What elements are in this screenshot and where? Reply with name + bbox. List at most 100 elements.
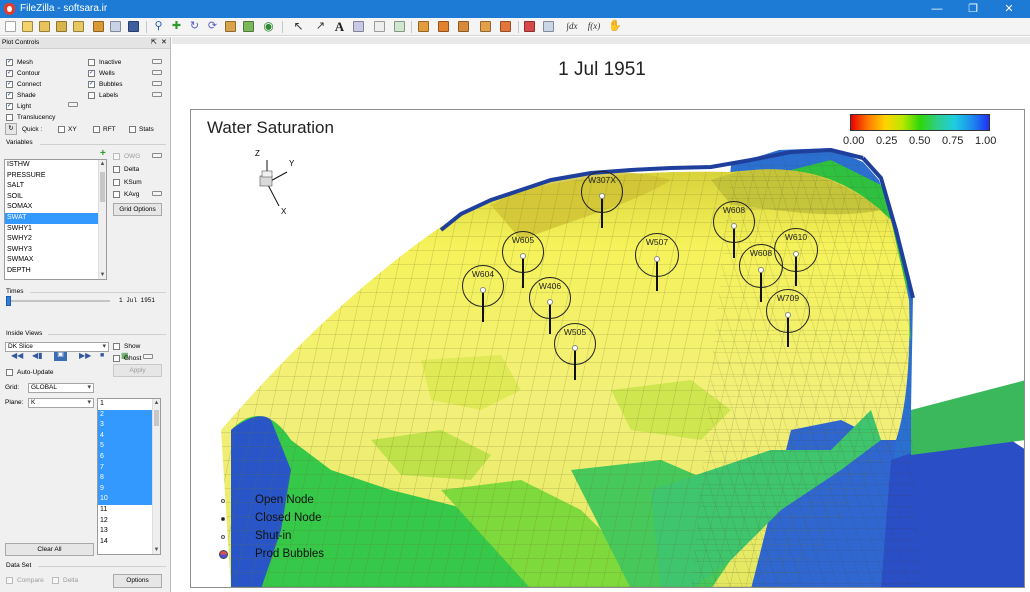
rewind-icon[interactable]: ◀◀ — [11, 351, 23, 361]
open-folder-icon[interactable] — [22, 21, 33, 32]
layers-scroll-down-icon[interactable]: ▼ — [153, 546, 160, 554]
play-icon[interactable]: ◉ — [262, 20, 275, 33]
wells-settings-button[interactable] — [152, 70, 162, 75]
list-item[interactable]: SWHY1 — [5, 224, 106, 235]
clear-all-button[interactable]: Clear All — [5, 543, 94, 556]
rotate-3d-icon[interactable]: ⟳ — [206, 20, 219, 33]
well-marker[interactable]: W608 — [739, 244, 783, 302]
layer-item[interactable]: 3 — [98, 420, 160, 431]
inactive-checkbox[interactable] — [88, 59, 95, 66]
layer-item[interactable]: 5 — [98, 441, 160, 452]
ghost-checkbox[interactable] — [113, 355, 120, 362]
chart-1-icon[interactable] — [418, 21, 429, 32]
bubbles-settings-button[interactable] — [152, 81, 162, 86]
well-marker[interactable]: W507 — [635, 233, 679, 291]
save-icon[interactable] — [128, 21, 139, 32]
rft-checkbox[interactable] — [93, 126, 100, 133]
light-settings-button[interactable] — [68, 102, 78, 107]
annotation-icon[interactable] — [353, 21, 364, 32]
time-slider-handle[interactable] — [6, 296, 11, 306]
bubbles-checkbox[interactable]: ✓ — [88, 81, 95, 88]
print-icon[interactable] — [93, 21, 104, 32]
well-marker[interactable]: W605 — [502, 231, 544, 288]
inside-view-select[interactable]: DK Slice — [5, 342, 109, 352]
times-settings-button[interactable] — [143, 354, 153, 359]
zoom-icon[interactable]: ⚲ — [152, 20, 165, 33]
layer-item[interactable]: 13 — [98, 526, 160, 537]
ksum-checkbox[interactable] — [113, 179, 120, 186]
chart-4-icon[interactable] — [480, 21, 491, 32]
layer-item[interactable]: 4 — [98, 430, 160, 442]
translucency-checkbox[interactable] — [6, 114, 13, 121]
list-item[interactable]: SALT — [5, 181, 106, 192]
apply-button[interactable]: Apply — [113, 364, 162, 377]
shade-checkbox[interactable]: ✓ — [6, 92, 13, 99]
layer-item[interactable]: 8 — [98, 473, 160, 484]
kavg-settings-button[interactable] — [152, 191, 162, 196]
well-marker[interactable]: W406 — [529, 277, 571, 334]
layer-item[interactable]: 7 — [98, 462, 160, 474]
load-session-icon[interactable] — [73, 21, 84, 32]
list-item[interactable]: SOIL — [5, 192, 106, 203]
layer-item[interactable]: 1 — [98, 399, 160, 410]
page-icon[interactable] — [394, 21, 405, 32]
layer-item[interactable]: 10 — [98, 494, 160, 505]
import-icon[interactable] — [56, 21, 67, 32]
labels-settings-button[interactable] — [152, 92, 162, 97]
wells-checkbox[interactable]: ✓ — [88, 70, 95, 77]
time-slider-track[interactable] — [6, 300, 110, 302]
layer-item[interactable]: 11 — [98, 505, 160, 516]
owg-checkbox[interactable] — [113, 153, 120, 160]
layer-item[interactable]: 2 — [98, 409, 160, 421]
kavg-checkbox[interactable] — [113, 191, 120, 198]
layer-item[interactable]: 12 — [98, 516, 160, 527]
bar-chart-icon[interactable] — [524, 21, 535, 32]
well-marker[interactable]: W307X — [581, 171, 623, 228]
layers-list[interactable]: 1 2 3 4 5 6 7 8 9 10 11 12 13 14 ▲ ▼ — [97, 398, 161, 555]
mesh-checkbox[interactable]: ✓ — [6, 59, 13, 66]
well-marker[interactable]: W604 — [462, 265, 504, 322]
add-variable-icon[interactable]: + — [100, 149, 106, 159]
function-formula-icon[interactable]: f(x) — [585, 20, 603, 33]
list-item[interactable]: SWMAX — [5, 255, 106, 266]
delta-checkbox[interactable] — [113, 166, 120, 173]
well-marker[interactable]: W608 — [713, 201, 755, 258]
layers-icon[interactable] — [243, 21, 254, 32]
step-back-icon[interactable]: ◀▮ — [32, 351, 43, 361]
labels-checkbox[interactable] — [88, 92, 95, 99]
plot-view[interactable]: 1 Jul 1951 Water Saturation 0.00 0.25 0.… — [172, 37, 1030, 592]
list-item[interactable]: PRESSURE — [5, 171, 106, 182]
stop-icon[interactable]: ■ — [100, 351, 104, 361]
fast-forward-icon[interactable]: ▶▶ — [79, 351, 91, 361]
reservoir-3d-view[interactable]: Water Saturation 0.00 0.25 0.50 0.75 1.0… — [190, 109, 1025, 588]
grid-options-button[interactable]: Grid Options — [113, 203, 162, 216]
scroll-up-icon[interactable]: ▲ — [99, 160, 106, 168]
delta-compare-checkbox[interactable] — [52, 577, 59, 584]
list-item[interactable]: SWHY3 — [5, 245, 106, 256]
list-item[interactable]: SWHY2 — [5, 234, 106, 245]
grid-select[interactable]: GLOBAL — [28, 383, 94, 393]
plane-select[interactable]: K — [28, 398, 94, 408]
new-file-icon[interactable] — [5, 21, 16, 32]
contour-checkbox[interactable]: ✓ — [6, 70, 13, 77]
list-item[interactable]: SWAT — [5, 212, 106, 224]
chart-5-icon[interactable] — [500, 21, 511, 32]
hand-tool-icon[interactable]: ✋ — [608, 20, 622, 33]
list-item[interactable]: SOMAX — [5, 202, 106, 213]
open-recent-icon[interactable] — [39, 21, 50, 32]
inactive-settings-button[interactable] — [152, 59, 162, 64]
layer-item[interactable]: 6 — [98, 451, 160, 463]
transform-icon[interactable] — [225, 21, 236, 32]
integral-formula-icon[interactable]: ∫dx — [562, 20, 582, 33]
owg-settings-button[interactable] — [152, 153, 162, 158]
list-item[interactable]: DEPTH — [5, 266, 106, 277]
list-item[interactable]: ISTHW — [5, 160, 106, 171]
xy-checkbox[interactable] — [58, 126, 65, 133]
layer-item[interactable]: 14 — [98, 537, 160, 548]
chart-3-icon[interactable] — [458, 21, 469, 32]
layers-scrollbar[interactable]: ▲ ▼ — [152, 399, 160, 554]
layer-item[interactable]: 9 — [98, 483, 160, 495]
select-pointer-icon[interactable]: ↖ — [292, 20, 305, 33]
well-marker[interactable]: W505 — [554, 323, 596, 380]
show-checkbox[interactable] — [113, 343, 120, 350]
